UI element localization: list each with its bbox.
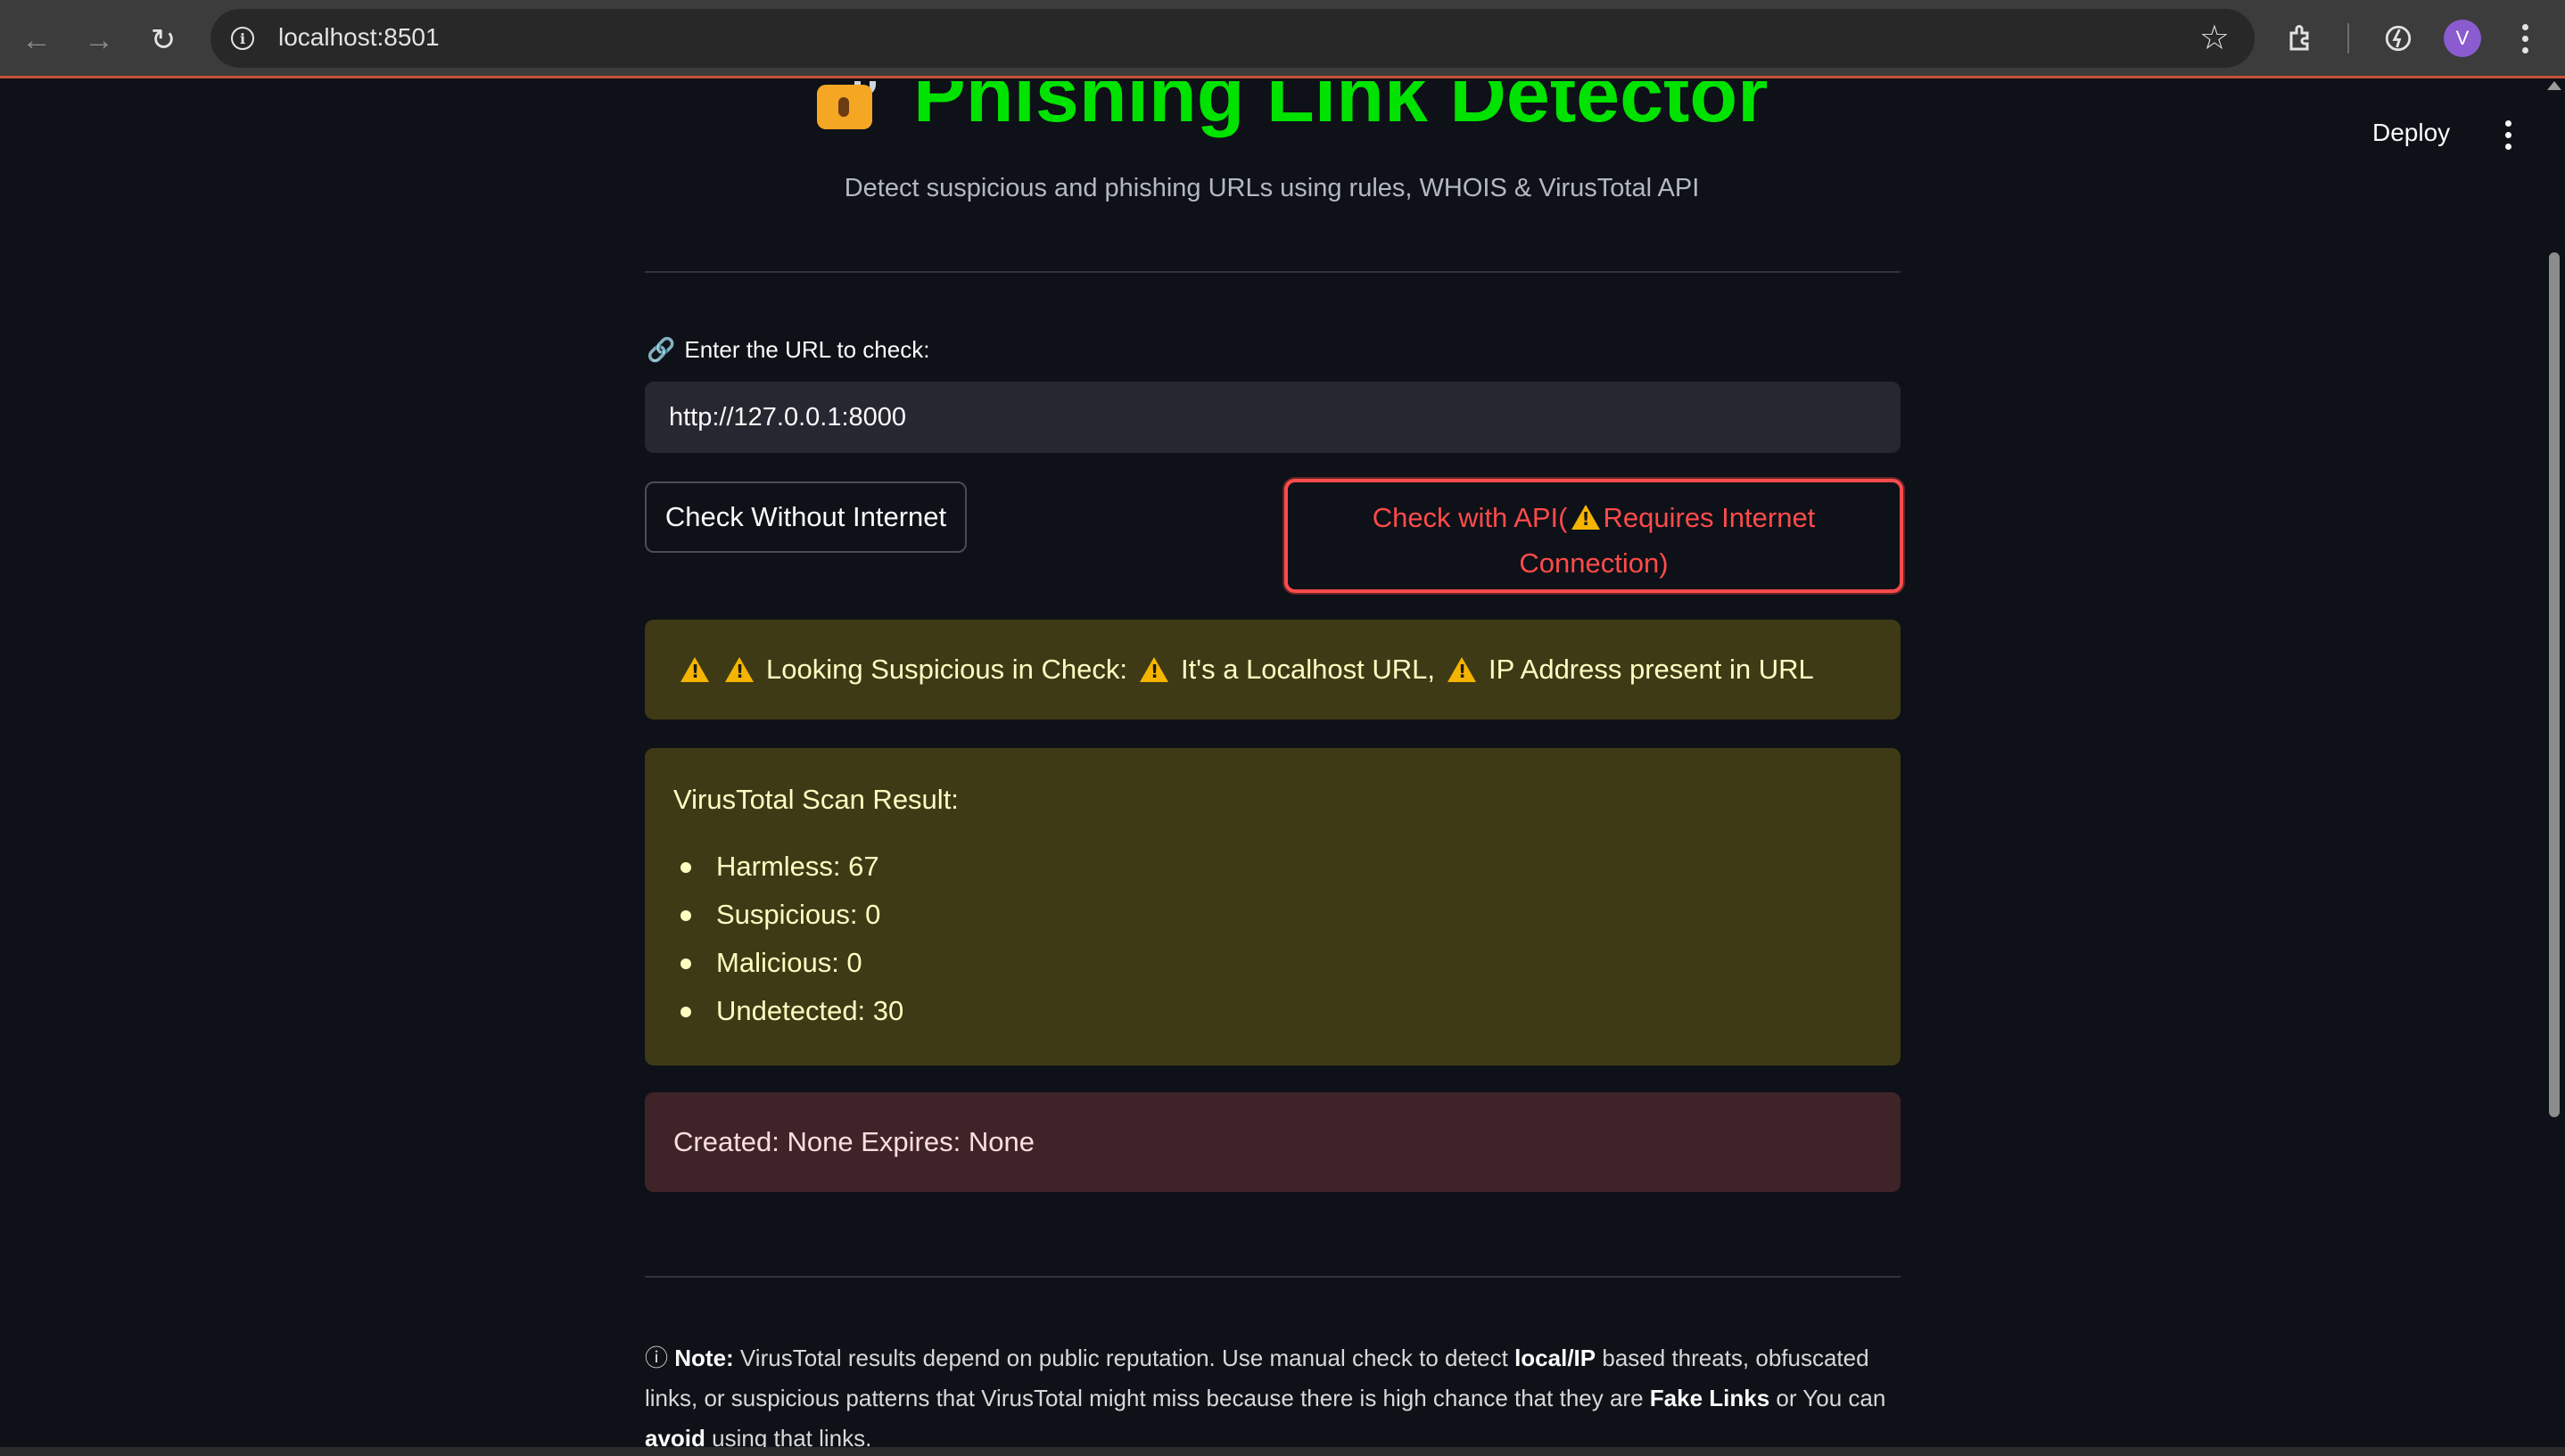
api-button-line1: Requires Internet <box>1603 502 1816 533</box>
divider-top <box>645 271 1901 273</box>
profile-avatar[interactable]: V <box>2444 20 2481 57</box>
note-bold: Fake Links <box>1649 1385 1770 1411</box>
list-item: Undetected: 30 <box>673 987 903 1035</box>
warning-icon <box>1139 657 1168 682</box>
performance-icon[interactable] <box>2376 16 2421 61</box>
virustotal-list: Harmless: 67 Suspicious: 0 Malicious: 0 … <box>673 843 903 1035</box>
api-button-prefix: Check with API( <box>1372 502 1568 533</box>
virustotal-title: VirusTotal Scan Result: <box>673 784 959 815</box>
list-item: Harmless: 67 <box>673 843 903 891</box>
lock-key-icon <box>812 81 881 129</box>
note-part: using that links. <box>712 1425 872 1447</box>
warning-item-localhost: It's a Localhost URL, <box>1180 654 1436 685</box>
forward-arrow-icon[interactable]: → <box>77 18 121 62</box>
api-button-line2: Connection) <box>1519 547 1669 579</box>
scrollbar-thumb[interactable] <box>2549 252 2560 1117</box>
url-label-text: Enter the URL to check: <box>684 336 930 363</box>
bookmark-star-icon[interactable]: ☆ <box>2199 18 2230 58</box>
title-row: Phishing Link Detector <box>812 81 1768 144</box>
warning-item-ip: IP Address present in URL <box>1489 654 1814 685</box>
note-bold: local/IP <box>1514 1345 1596 1371</box>
back-arrow-icon[interactable]: ← <box>14 18 59 62</box>
browser-toolbar: ← → ↻ i localhost:8501 ☆ V <box>0 0 2565 78</box>
window-bottom-bar <box>0 1447 2565 1456</box>
note-part: VirusTotal results depend on public repu… <box>739 1345 1508 1371</box>
app-menu-icon[interactable] <box>2497 117 2519 152</box>
whois-error-alert: Created: None Expires: None <box>645 1092 1901 1192</box>
info-icon: ⓘ <box>645 1345 669 1371</box>
toolbar-separator <box>2347 23 2349 53</box>
address-bar[interactable]: i localhost:8501 ☆ <box>210 9 2255 68</box>
app-page: Deploy Phishing Link Detector Detect sus… <box>0 81 2565 1447</box>
url-input[interactable] <box>645 382 1901 453</box>
link-icon: 🔗 <box>647 336 676 363</box>
check-with-api-button[interactable]: Check with API( Requires Internet Connect… <box>1284 479 1903 593</box>
list-item: Malicious: 0 <box>673 939 903 987</box>
page-subtitle: Detect suspicious and phishing URLs usin… <box>844 174 1700 202</box>
note-text: ⓘ Note: VirusTotal results depend on pub… <box>645 1338 1901 1447</box>
note-part: or You can <box>1776 1385 1886 1411</box>
extensions-icon[interactable] <box>2280 16 2324 61</box>
page-title: Phishing Link Detector <box>913 81 1769 138</box>
check-without-internet-button[interactable]: Check Without Internet <box>645 481 967 553</box>
reload-icon[interactable]: ↻ <box>141 18 186 62</box>
address-url[interactable]: localhost:8501 <box>278 23 440 52</box>
site-info-icon[interactable]: i <box>225 21 260 56</box>
list-item: Suspicious: 0 <box>673 891 903 939</box>
warning-icon <box>725 657 754 682</box>
warning-icon <box>680 657 709 682</box>
scroll-up-icon[interactable] <box>2547 81 2561 90</box>
note-bold: avoid <box>645 1425 705 1447</box>
warning-icon <box>1447 657 1477 682</box>
virustotal-result-alert: VirusTotal Scan Result: Harmless: 67 Sus… <box>645 748 1901 1065</box>
warning-lead: Looking Suspicious in Check: <box>766 654 1127 685</box>
more-menu-icon[interactable] <box>2511 14 2538 62</box>
divider-bottom <box>645 1276 1901 1278</box>
suspicious-warning-alert: Looking Suspicious in Check: It's a Loca… <box>645 620 1901 720</box>
deploy-button[interactable]: Deploy <box>2372 119 2450 147</box>
note-label: Note: <box>674 1345 734 1371</box>
url-label: 🔗 Enter the URL to check: <box>647 336 929 364</box>
warning-icon <box>1571 505 1600 530</box>
